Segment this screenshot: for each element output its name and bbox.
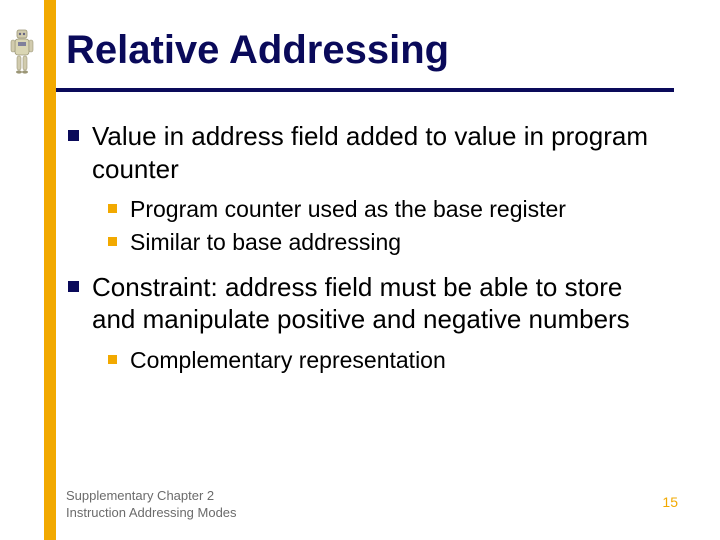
slide-title: Relative Addressing	[66, 28, 449, 73]
page-number: 15	[662, 494, 678, 510]
slide: Relative Addressing Value in address fie…	[0, 0, 720, 540]
bullet-text: Constraint: address field must be able t…	[92, 272, 630, 335]
footer-line2: Instruction Addressing Modes	[66, 505, 237, 522]
bullet-level2: Similar to base addressing	[130, 228, 666, 257]
bullet-text: Complementary representation	[130, 347, 446, 373]
bullet-level1: Value in address field added to value in…	[92, 120, 666, 257]
footer-left: Supplementary Chapter 2 Instruction Addr…	[66, 488, 237, 522]
bullet-text: Value in address field added to value in…	[92, 121, 648, 184]
robot-icon	[8, 28, 36, 76]
bullet-level2: Program counter used as the base registe…	[130, 195, 666, 224]
bullet-level2: Complementary representation	[130, 346, 666, 375]
bullet-text: Similar to base addressing	[130, 229, 401, 255]
bullet-level1: Constraint: address field must be able t…	[92, 271, 666, 375]
slide-content: Value in address field added to value in…	[66, 120, 666, 388]
title-underline	[56, 88, 674, 92]
accent-vertical-bar	[44, 0, 56, 540]
footer-line1: Supplementary Chapter 2	[66, 488, 237, 505]
bullet-text: Program counter used as the base registe…	[130, 196, 566, 222]
